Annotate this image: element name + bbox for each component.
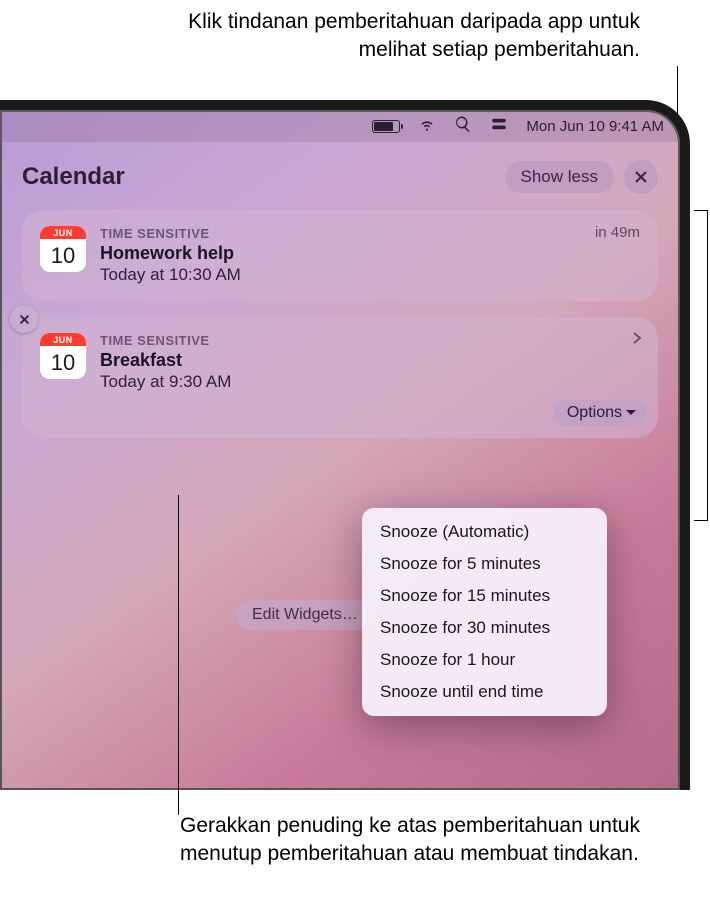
calendar-app-icon: JUN 10 bbox=[40, 333, 86, 379]
device-screen: Mon Jun 10 9:41 AM Calendar Show less JU… bbox=[0, 100, 690, 790]
snooze-menu-item[interactable]: Snooze until end time bbox=[362, 676, 607, 708]
notification-card[interactable]: JUN 10 TIME SENSITIVE Breakfast Today at… bbox=[22, 317, 658, 438]
snooze-menu-item[interactable]: Snooze for 5 minutes bbox=[362, 548, 607, 580]
notification-body: TIME SENSITIVE Breakfast Today at 9:30 A… bbox=[100, 333, 640, 392]
close-group-button[interactable] bbox=[624, 160, 658, 194]
time-sensitive-badge: TIME SENSITIVE bbox=[100, 333, 640, 348]
options-button[interactable]: Options bbox=[553, 400, 646, 426]
callout-bracket-tick bbox=[694, 210, 708, 211]
callout-bottom-text: Gerakkan penuding ke atas pemberitahuan … bbox=[180, 812, 690, 869]
show-less-button[interactable]: Show less bbox=[505, 161, 614, 193]
calendar-icon-month: JUN bbox=[40, 226, 86, 239]
close-notification-button[interactable] bbox=[10, 305, 38, 333]
callout-top-text: Klik tindanan pemberitahuan daripada app… bbox=[145, 8, 690, 65]
chevron-right-icon bbox=[632, 331, 642, 345]
notification-center: Calendar Show less JUN 10 TIME SENSITIVE… bbox=[0, 142, 680, 472]
snooze-menu-item[interactable]: Snooze (Automatic) bbox=[362, 516, 607, 548]
notification-subtitle: Today at 10:30 AM bbox=[100, 265, 640, 285]
callout-bracket-tick bbox=[694, 520, 708, 521]
notification-title: Homework help bbox=[100, 243, 640, 264]
notification-card[interactable]: JUN 10 TIME SENSITIVE Homework help Toda… bbox=[22, 210, 658, 301]
options-dropdown-menu: Snooze (Automatic) Snooze for 5 minutes … bbox=[362, 508, 607, 716]
snooze-menu-item[interactable]: Snooze for 15 minutes bbox=[362, 580, 607, 612]
options-label: Options bbox=[567, 404, 622, 422]
snooze-menu-item[interactable]: Snooze for 1 hour bbox=[362, 644, 607, 676]
calendar-app-icon: JUN 10 bbox=[40, 226, 86, 272]
calendar-icon-day: 10 bbox=[40, 346, 86, 379]
calendar-icon-month: JUN bbox=[40, 333, 86, 346]
notification-group-header: Calendar Show less bbox=[22, 160, 658, 194]
control-center-icon[interactable] bbox=[490, 115, 508, 137]
notification-app-title: Calendar bbox=[22, 163, 495, 191]
battery-icon[interactable] bbox=[372, 120, 400, 133]
close-icon bbox=[19, 314, 30, 325]
chevron-down-icon bbox=[626, 409, 636, 417]
menu-bar: Mon Jun 10 9:41 AM bbox=[0, 110, 680, 142]
calendar-icon-day: 10 bbox=[40, 239, 86, 272]
menubar-datetime[interactable]: Mon Jun 10 9:41 AM bbox=[526, 118, 664, 135]
notification-time: in 49m bbox=[595, 224, 640, 241]
callout-leader-line bbox=[677, 66, 678, 120]
expand-chevron[interactable] bbox=[632, 331, 642, 350]
search-icon[interactable] bbox=[454, 115, 472, 137]
notification-title: Breakfast bbox=[100, 350, 640, 371]
callout-leader-line bbox=[178, 495, 179, 815]
snooze-menu-item[interactable]: Snooze for 30 minutes bbox=[362, 612, 607, 644]
notification-subtitle: Today at 9:30 AM bbox=[100, 372, 640, 392]
close-icon bbox=[634, 170, 648, 184]
time-sensitive-badge: TIME SENSITIVE bbox=[100, 226, 640, 241]
edit-widgets-button[interactable]: Edit Widgets… bbox=[236, 600, 374, 630]
notification-body: TIME SENSITIVE Homework help Today at 10… bbox=[100, 226, 640, 285]
callout-bracket-line bbox=[707, 210, 708, 520]
wifi-icon[interactable] bbox=[418, 115, 436, 137]
